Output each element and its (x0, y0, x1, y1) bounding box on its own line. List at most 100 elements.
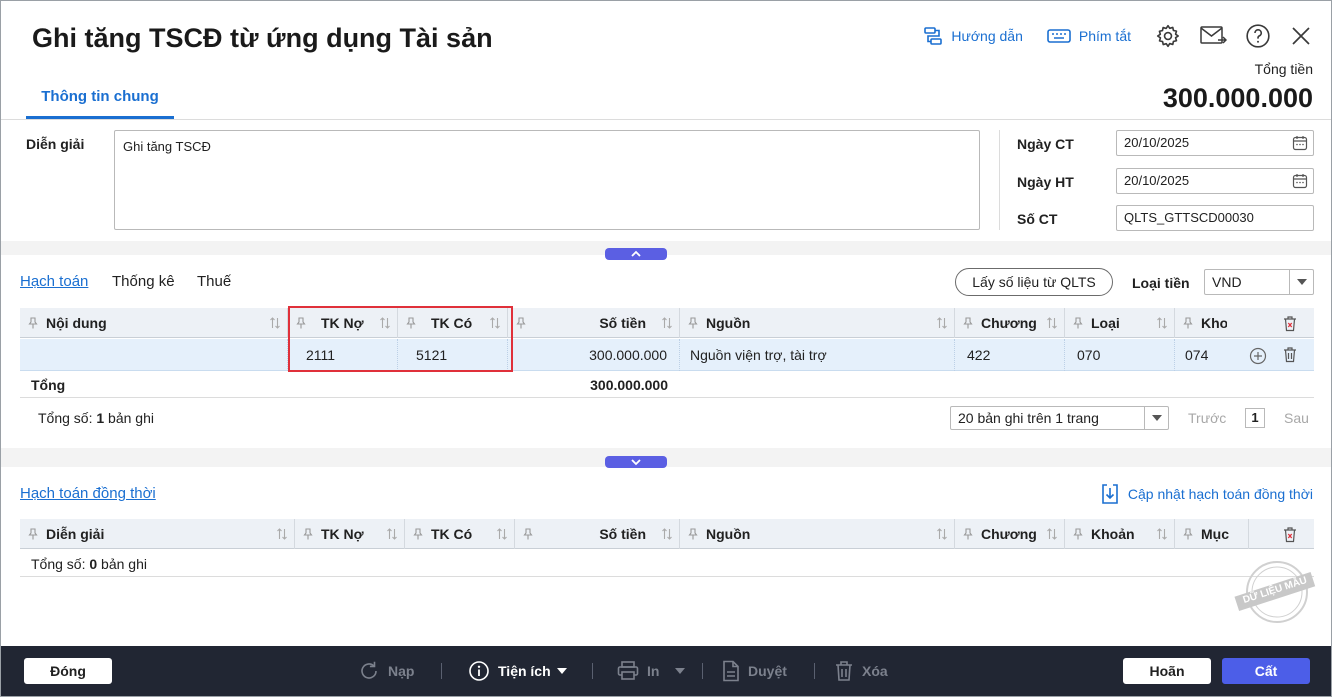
cell-loai[interactable]: 070 (1065, 339, 1175, 371)
date-ct-field[interactable]: 20/10/2025 (1116, 130, 1314, 156)
sort-icon[interactable] (1156, 528, 1168, 540)
description-input[interactable]: Ghi tăng TSCĐ (114, 130, 980, 230)
concurrent-title[interactable]: Hạch toán đồng thời (20, 485, 156, 502)
total-value: 300.000.000 (1162, 83, 1313, 113)
col-so-tien[interactable]: Số tiền (508, 308, 680, 338)
next-page-button[interactable]: Sau (1284, 410, 1309, 426)
approve-label: Duyệt (748, 663, 787, 679)
save-button[interactable]: Cất (1222, 658, 1310, 684)
tab-thong-ke[interactable]: Thống kê (112, 273, 175, 290)
col-chuong[interactable]: Chương (955, 519, 1065, 549)
delete-button[interactable]: Xóa (834, 658, 888, 684)
calendar-icon[interactable] (1292, 173, 1308, 189)
toolbar-divider (441, 663, 442, 679)
pin-icon (28, 317, 38, 329)
col-dien-giai[interactable]: Diễn giải (20, 519, 295, 549)
pin-icon (303, 528, 313, 540)
sort-icon[interactable] (269, 317, 281, 329)
col-khoan[interactable]: Khoản (1065, 519, 1175, 549)
cell-so-tien[interactable]: 300.000.000 (508, 339, 680, 371)
col-tk-co[interactable]: TK Có (405, 519, 515, 549)
sort-icon[interactable] (1156, 317, 1168, 329)
caret-down-icon (675, 668, 686, 674)
close-button[interactable] (1289, 24, 1313, 48)
col-chuong[interactable]: Chương (955, 308, 1065, 338)
utilities-button[interactable]: Tiện ích (468, 658, 567, 684)
cell-kho[interactable]: 074 (1175, 339, 1227, 371)
tab-thue[interactable]: Thuế (197, 273, 231, 290)
cell-chuong[interactable]: 422 (955, 339, 1065, 371)
so-ct-field[interactable]: QLTS_GTTSCD00030 (1116, 205, 1314, 231)
sort-icon[interactable] (1046, 317, 1058, 329)
guide-link[interactable]: Hướng dẫn (923, 26, 1023, 46)
shortcut-label: Phím tắt (1078, 28, 1131, 44)
pin-icon (1183, 528, 1193, 540)
cell-noi-dung[interactable] (20, 339, 288, 371)
sort-icon[interactable] (386, 528, 398, 540)
sort-icon[interactable] (661, 317, 673, 329)
reload-label: Nạp (388, 663, 415, 679)
sort-icon[interactable] (661, 528, 673, 540)
close-dialog-button[interactable]: Đóng (24, 658, 112, 684)
calendar-icon[interactable] (1292, 135, 1308, 151)
date-ct-value: 20/10/2025 (1124, 135, 1190, 150)
cell-nguon[interactable]: Nguồn viện trợ, tài trợ (680, 339, 955, 371)
col-tk-no[interactable]: TK Nợ (295, 519, 405, 549)
sort-icon[interactable] (936, 317, 948, 329)
delete-row-icon[interactable] (1282, 346, 1298, 363)
pin-icon (963, 528, 973, 540)
page-size-select[interactable]: 20 bản ghi trên 1 trang (950, 406, 1169, 430)
description-label: Diễn giải (26, 136, 85, 152)
fetch-qlts-button[interactable]: Lấy số liệu từ QLTS (955, 268, 1113, 296)
shortcut-link[interactable]: Phím tắt (1047, 28, 1131, 44)
chevron-up-icon (631, 250, 641, 257)
expand-section-button[interactable] (605, 456, 667, 468)
print-button[interactable]: In (617, 658, 686, 684)
sort-icon[interactable] (936, 528, 948, 540)
col-noi-dung[interactable]: Nội dung (20, 308, 288, 338)
settings-button[interactable] (1155, 23, 1181, 49)
col-muc[interactable]: Mục (1175, 519, 1249, 549)
sum-value: 300.000.000 (590, 377, 668, 393)
currency-select[interactable]: VND (1204, 269, 1314, 295)
date-ct-label: Ngày CT (1017, 136, 1074, 152)
sort-icon[interactable] (496, 528, 508, 540)
table-row[interactable]: 2111 5121 300.000.000 Nguồn viện trợ, tà… (20, 339, 1314, 371)
page-size-value: 20 bản ghi trên 1 trang (958, 410, 1099, 426)
total-label: Tổng tiền (1254, 61, 1313, 77)
tab-general-info[interactable]: Thông tin chung (26, 77, 174, 119)
col-nguon[interactable]: Nguồn (680, 308, 955, 338)
update-concurrent-link[interactable]: Cập nhật hạch toán đồng thời (1100, 483, 1313, 505)
help-button[interactable] (1245, 23, 1271, 49)
caret-down-icon (556, 668, 567, 674)
add-row-icon[interactable] (1249, 347, 1267, 365)
date-ht-field[interactable]: 20/10/2025 (1116, 168, 1314, 194)
delete-all-rows-button[interactable] (1227, 308, 1314, 338)
date-ht-label: Ngày HT (1017, 174, 1074, 190)
delete-label: Xóa (862, 663, 888, 679)
reload-button[interactable]: Nạp (358, 658, 414, 684)
record-count: Tổng số: 1 bản ghi (38, 410, 154, 426)
col-nguon[interactable]: Nguồn (680, 519, 955, 549)
sort-icon[interactable] (276, 528, 288, 540)
approve-button[interactable]: Duyệt (722, 658, 787, 684)
tab-hach-toan[interactable]: Hạch toán (20, 273, 88, 290)
col-kho[interactable]: Kho (1175, 308, 1227, 338)
pin-icon (516, 317, 526, 329)
collapse-form-button[interactable] (605, 248, 667, 260)
toolbar-divider (702, 663, 703, 679)
page-title: Ghi tăng TSCĐ từ ứng dụng Tài sản (32, 23, 493, 53)
mail-button[interactable] (1199, 24, 1227, 48)
pin-icon (963, 317, 973, 329)
sum-row: Tổng 300.000.000 (20, 372, 1314, 398)
col-so-tien[interactable]: Số tiền (515, 519, 680, 549)
guide-icon (924, 27, 943, 45)
pin-icon (28, 528, 38, 540)
sort-icon[interactable] (1046, 528, 1058, 540)
delete-all-rows-button[interactable] (1249, 519, 1314, 549)
cancel-button[interactable]: Hoãn (1123, 658, 1211, 684)
prev-page-button[interactable]: Trước (1188, 410, 1226, 426)
col-loai[interactable]: Loại (1065, 308, 1175, 338)
utilities-label: Tiện ích (498, 663, 551, 679)
current-page[interactable]: 1 (1245, 408, 1265, 428)
